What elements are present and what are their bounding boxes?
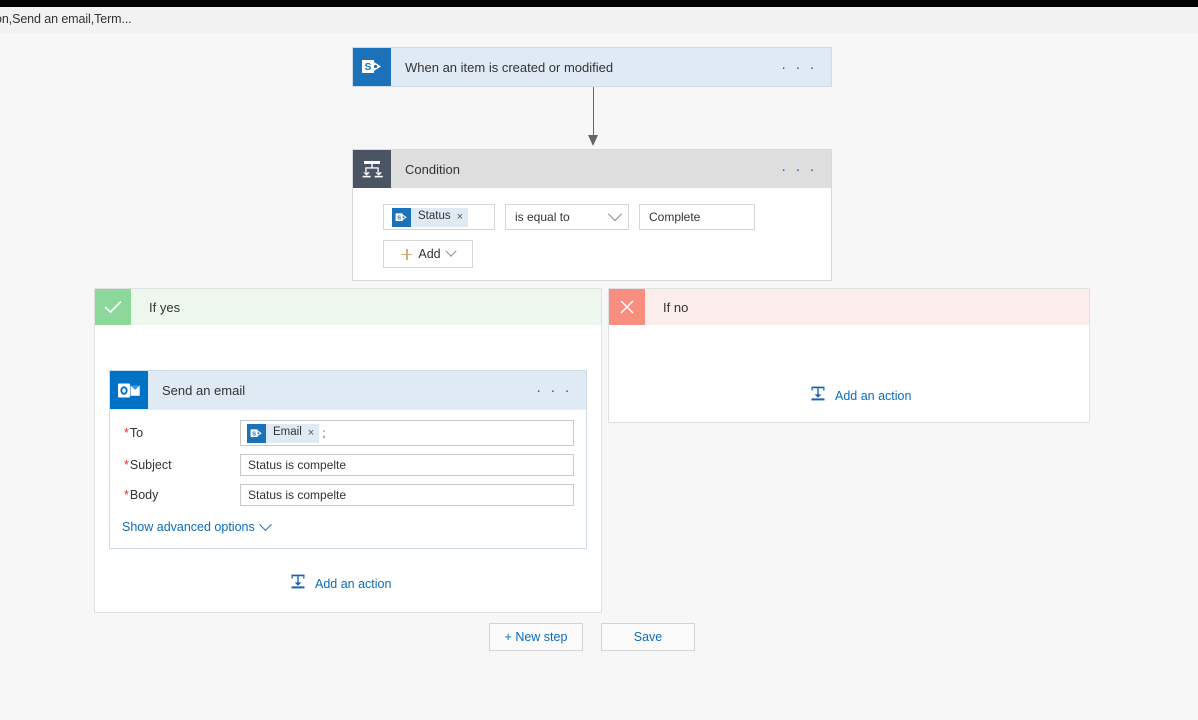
status-token-label: Status <box>418 210 451 223</box>
subject-input[interactable]: Status is compelte <box>240 454 574 476</box>
save-button[interactable]: Save <box>601 623 695 651</box>
trigger-card[interactable]: S When an item is created or modified · … <box>352 47 832 87</box>
branch-if-no-header: If no <box>609 289 1089 325</box>
body-input[interactable]: Status is compelte <box>240 484 574 506</box>
condition-body: S Status × is equal to Complete Add <box>353 188 831 268</box>
form-row-subject: *Subject Status is compelte <box>122 454 574 476</box>
condition-value-text: Complete <box>649 210 701 224</box>
send-email-card-header[interactable]: Send an email · · · <box>110 371 586 409</box>
condition-add-label: Add <box>418 247 441 261</box>
status-token-remove-icon[interactable]: × <box>457 211 463 223</box>
chevron-down-icon <box>258 517 272 531</box>
add-an-action-label-no: Add an action <box>835 388 912 403</box>
breadcrumb-bar: on,Send an email,Term... <box>0 7 1198 34</box>
svg-text:S: S <box>365 62 372 73</box>
subject-field-label: *Subject <box>122 458 240 472</box>
show-advanced-options-label: Show advanced options <box>122 520 255 534</box>
to-input[interactable]: S Email × ; <box>240 420 574 446</box>
body-value: Status is compelte <box>248 488 347 502</box>
add-action-icon <box>289 574 307 593</box>
sharepoint-token-icon: S <box>247 423 266 443</box>
show-advanced-options-link[interactable]: Show advanced options <box>122 517 272 534</box>
body-label-text: Body <box>129 488 159 502</box>
cross-icon <box>609 289 645 325</box>
save-label: Save <box>633 630 663 644</box>
form-row-to: *To S Email × ; <box>122 420 574 446</box>
branch-if-yes-label: If yes <box>149 299 181 315</box>
condition-value-input[interactable]: Complete <box>639 204 755 230</box>
chevron-down-icon <box>444 245 457 257</box>
to-label-text: To <box>129 426 144 440</box>
send-email-title: Send an email <box>162 382 246 398</box>
condition-left-operand-field[interactable]: S Status × <box>383 204 495 230</box>
to-field-separator: ; <box>322 426 326 440</box>
condition-operator-value: is equal to <box>515 210 570 224</box>
body-field-label: *Body <box>122 488 240 502</box>
condition-title: Condition <box>405 161 460 177</box>
connector-arrow <box>588 87 600 149</box>
branch-if-yes-header: If yes <box>95 289 601 325</box>
svg-text:S: S <box>252 431 256 437</box>
window-top-bar <box>0 0 1198 7</box>
connector-arrowhead <box>588 135 598 146</box>
trigger-title: When an item is created or modified <box>405 59 614 75</box>
condition-expression-row: S Status × is equal to Complete <box>383 204 831 230</box>
send-email-more-menu[interactable]: · · · <box>536 383 586 398</box>
email-token-remove-icon[interactable]: × <box>308 427 314 439</box>
condition-icon <box>353 150 391 188</box>
condition-card-header[interactable]: Condition · · · <box>353 150 831 188</box>
subject-label-text: Subject <box>129 458 172 472</box>
check-icon <box>95 289 131 325</box>
condition-add-button[interactable]: Add <box>383 240 473 268</box>
breadcrumb: on,Send an email,Term... <box>0 12 132 26</box>
add-an-action-no[interactable]: Add an action <box>809 386 911 405</box>
condition-operator-dropdown[interactable]: is equal to <box>505 204 629 230</box>
trigger-more-menu[interactable]: · · · <box>781 60 831 75</box>
chevron-down-icon <box>607 207 623 222</box>
status-token[interactable]: S Status × <box>392 207 469 227</box>
connector-stem <box>593 87 595 139</box>
new-step-label: + New step <box>504 630 568 644</box>
email-token[interactable]: S Email × <box>247 423 320 443</box>
branch-if-no: If no Add an action <box>608 288 1090 423</box>
plus-icon <box>401 248 413 260</box>
svg-text:S: S <box>397 215 401 221</box>
branch-if-no-label: If no <box>663 299 689 315</box>
add-an-action-yes[interactable]: Add an action <box>289 574 391 593</box>
send-email-card[interactable]: Send an email · · · *To S Email × ; *Sub… <box>109 370 587 549</box>
to-field-label: *To <box>122 426 240 440</box>
condition-more-menu[interactable]: · · · <box>781 162 831 177</box>
form-row-body: *Body Status is compelte <box>122 484 574 506</box>
sharepoint-icon: S <box>353 48 391 86</box>
add-action-icon <box>809 386 827 405</box>
add-an-action-label-yes: Add an action <box>315 576 392 591</box>
send-email-form: *To S Email × ; *Subject Status is compe… <box>110 409 586 548</box>
flow-designer-canvas: S When an item is created or modified · … <box>0 33 1198 720</box>
outlook-icon <box>110 371 148 409</box>
branch-if-yes: If yes Send an email · · · *To S Email ×… <box>94 288 602 613</box>
trigger-card-header[interactable]: S When an item is created or modified · … <box>353 48 831 86</box>
subject-value: Status is compelte <box>248 458 347 472</box>
new-step-button[interactable]: + New step <box>489 623 583 651</box>
sharepoint-token-icon: S <box>392 207 411 227</box>
email-token-label: Email <box>273 426 302 439</box>
condition-card[interactable]: Condition · · · S Status × is equal to C… <box>352 149 832 281</box>
